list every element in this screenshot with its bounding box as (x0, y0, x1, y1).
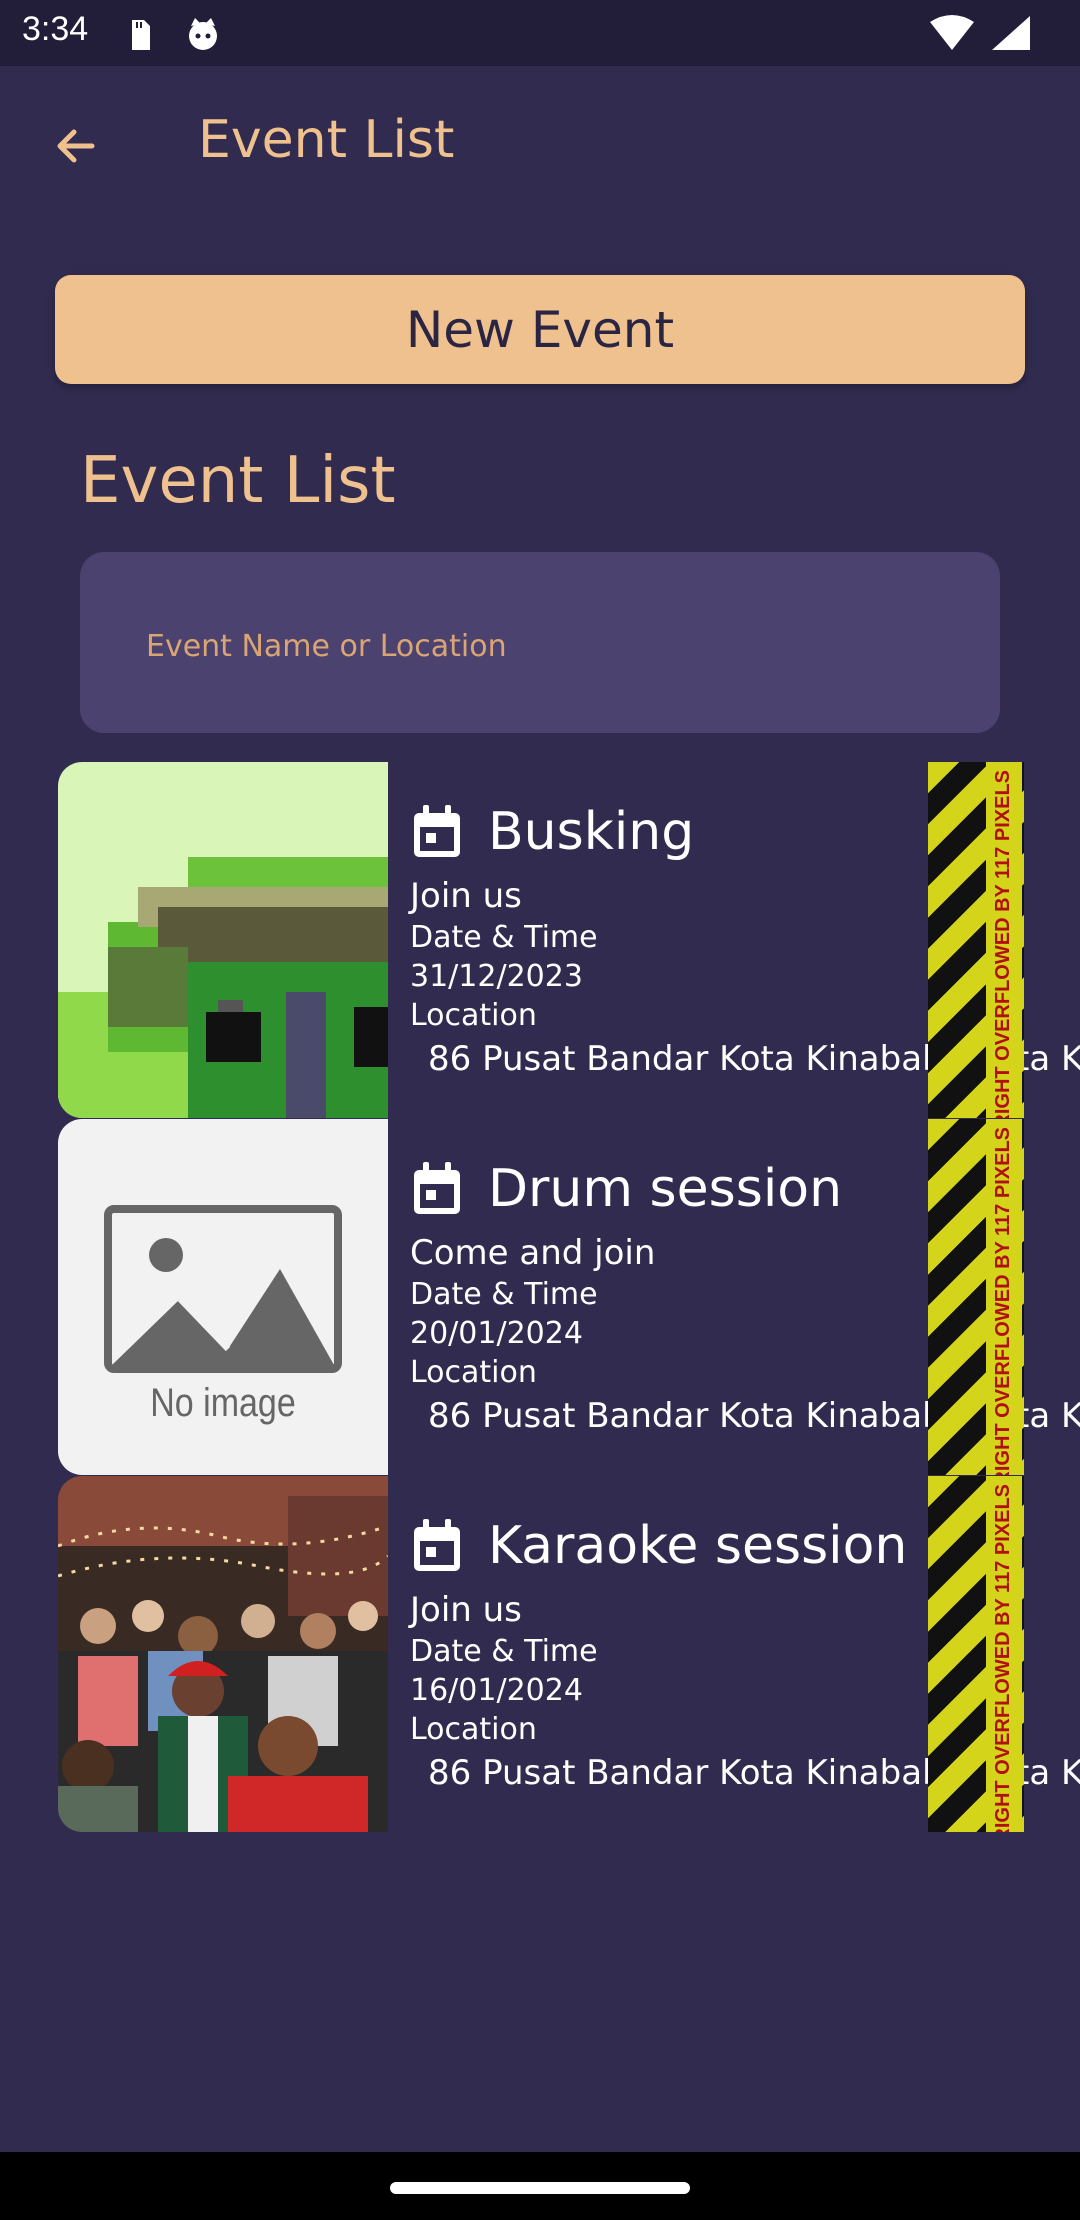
crowd-photo-image (58, 1476, 388, 1832)
sd-card-icon (132, 20, 150, 50)
navigation-bar (0, 2152, 1080, 2220)
event-image (58, 762, 388, 1118)
event-card[interactable]: No image Drum session Come and join Date… (58, 1119, 1080, 1475)
pixel-art-house-image (58, 762, 388, 1118)
search-input[interactable] (144, 610, 928, 682)
section-title: Event List (80, 444, 396, 518)
event-card[interactable]: Karaoke session Join us Date & Time 16/0… (58, 1476, 1080, 1832)
status-left-icons (132, 18, 217, 50)
calendar-icon (414, 1162, 460, 1214)
event-title: Drum session (488, 1159, 843, 1219)
calendar-icon (414, 805, 460, 857)
signal-icon (992, 16, 1030, 50)
overflow-warning: RIGHT OVERFLOWED BY 117 PIXELS (986, 1119, 1022, 1475)
status-right-icons (930, 15, 1030, 50)
search-box (80, 552, 1000, 733)
event-image: No image (58, 1119, 388, 1475)
overflow-warning-text: RIGHT OVERFLOWED BY 117 PIXELS (992, 770, 1014, 1118)
overflow-warning-text: RIGHT OVERFLOWED BY 117 PIXELS (992, 1127, 1014, 1475)
event-image (58, 1476, 388, 1832)
event-title: Busking (488, 802, 695, 862)
app-bar: Event List (0, 66, 1080, 222)
back-button[interactable] (40, 110, 112, 182)
event-title: Karaoke session (488, 1516, 908, 1576)
overflow-warning: RIGHT OVERFLOWED BY 117 PIXELS (986, 762, 1022, 1118)
cat-face-icon (189, 18, 217, 50)
calendar-icon (414, 1519, 460, 1571)
wifi-icon (930, 15, 974, 50)
status-time: 3:34 (22, 10, 89, 48)
new-event-button[interactable]: New Event (55, 275, 1025, 384)
app-bar-title: Event List (198, 110, 455, 170)
status-bar: 3:34 (0, 0, 1080, 66)
overflow-warning-text: RIGHT OVERFLOWED BY 117 PIXELS (992, 1484, 1014, 1832)
arrow-left-icon (57, 129, 95, 163)
no-image-label: No image (150, 1381, 296, 1425)
home-indicator[interactable] (390, 2182, 690, 2194)
event-card[interactable]: Busking Join us Date & Time 31/12/2023 L… (58, 762, 1080, 1118)
overflow-warning: RIGHT OVERFLOWED BY 117 PIXELS (986, 1476, 1022, 1832)
